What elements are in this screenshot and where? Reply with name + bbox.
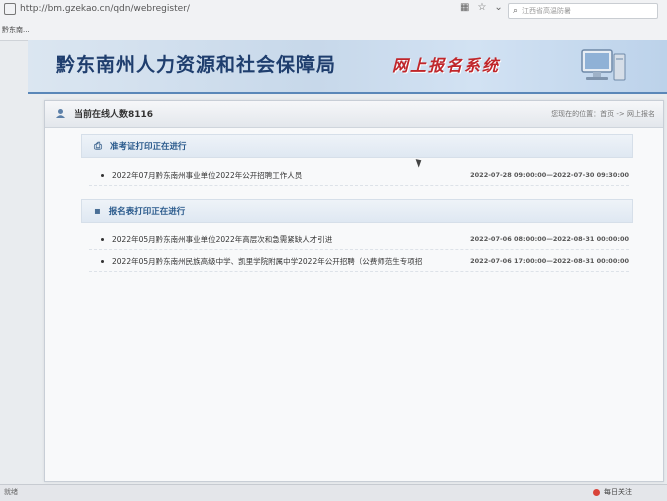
job-link[interactable]: 2022年05月黔东南州民族高级中学、凯里学院附属中学2022年公开招聘（公费师… bbox=[112, 256, 464, 267]
star-icon[interactable]: ☆ bbox=[477, 2, 486, 13]
address-bar[interactable]: http://bm.gzekao.cn/qdn/webregister/ bbox=[0, 0, 460, 18]
tab-current[interactable]: 黔东南... bbox=[2, 25, 30, 35]
users-icon bbox=[56, 109, 65, 118]
address-url: http://bm.gzekao.cn/qdn/webregister/ bbox=[20, 4, 190, 14]
job-period: 2022-07-06 17:00:00—2022-08-31 00:00:00 bbox=[470, 257, 629, 265]
status-text: 就绪 bbox=[4, 488, 18, 496]
search-placeholder: 江西省高温防暑 bbox=[522, 7, 572, 15]
toolbar-icons: ▦ ☆ ⌄ bbox=[460, 2, 503, 13]
job-link[interactable]: 2022年05月黔东南州事业单位2022年高层次和急需紧缺人才引进 bbox=[112, 234, 464, 245]
panel-header: 当前在线人数8116 您现在的位置：首页 -> 网上报名 bbox=[45, 101, 663, 128]
news-icon bbox=[593, 488, 600, 496]
system-title: 网上报名系统 bbox=[392, 56, 501, 75]
site-title: 黔东南州人力资源和社会保障局 bbox=[56, 54, 337, 76]
list-item[interactable]: 2022年07月黔东南州事业单位2022年公开招聘工作人员 2022-07-28… bbox=[89, 165, 629, 186]
bullet-icon bbox=[101, 259, 104, 263]
job-period: 2022-07-06 08:00:00—2022-08-31 00:00:00 bbox=[470, 235, 629, 243]
bullet-icon bbox=[101, 173, 104, 177]
list-item[interactable]: 2022年05月黔东南州事业单位2022年高层次和急需紧缺人才引进 2022-0… bbox=[89, 229, 629, 250]
grid-icon[interactable]: ▦ bbox=[460, 2, 469, 13]
section-registration-form: ▪ 报名表打印正在进行 bbox=[81, 199, 633, 223]
online-count: 当前在线人数8116 bbox=[55, 107, 153, 120]
site-banner: 黔东南州人力资源和社会保障局 网上报名系统 bbox=[28, 40, 667, 94]
status-bar: 就绪 每日关注 bbox=[0, 484, 667, 501]
browser-chrome: http://bm.gzekao.cn/qdn/webregister/ ▦ ☆… bbox=[0, 0, 667, 41]
daily-follow-button[interactable]: 每日关注 bbox=[593, 487, 632, 497]
chevron-down-icon[interactable]: ⌄ bbox=[494, 2, 502, 13]
list-item[interactable]: 2022年05月黔东南州民族高级中学、凯里学院附属中学2022年公开招聘（公费师… bbox=[89, 251, 629, 272]
breadcrumb: 您现在的位置：首页 -> 网上报名 bbox=[551, 110, 655, 118]
job-link[interactable]: 2022年07月黔东南州事业单位2022年公开招聘工作人员 bbox=[112, 170, 464, 181]
bullet-square-icon: ▪ bbox=[94, 205, 101, 217]
computer-icon bbox=[581, 49, 626, 81]
follow-label: 每日关注 bbox=[604, 488, 632, 496]
section-title: 准考证打印正在进行 bbox=[110, 142, 187, 152]
print-icon: ⎙ bbox=[94, 140, 102, 152]
tab-strip: 黔东南... bbox=[0, 22, 667, 38]
job-period: 2022-07-28 09:00:00—2022-07-30 09:30:00 bbox=[470, 171, 629, 179]
search-input[interactable]: ⌕ 江西省高温防暑 bbox=[508, 3, 658, 19]
search-icon: ⌕ bbox=[513, 6, 519, 16]
section-title: 报名表打印正在进行 bbox=[108, 207, 186, 217]
section-admission-ticket: ⎙ 准考证打印正在进行 bbox=[81, 134, 633, 158]
main-panel: 当前在线人数8116 您现在的位置：首页 -> 网上报名 ⎙ 准考证打印正在进行… bbox=[44, 100, 664, 482]
online-label: 当前在线人数8116 bbox=[74, 110, 154, 120]
bullet-icon bbox=[101, 237, 104, 241]
page-icon bbox=[4, 3, 16, 15]
